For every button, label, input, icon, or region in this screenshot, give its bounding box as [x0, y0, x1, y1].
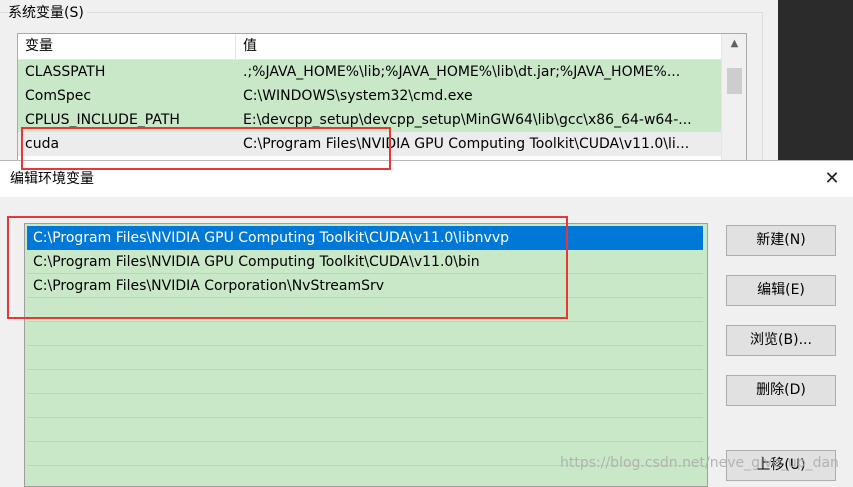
variable-value: C:\Program Files\NVIDIA GPU Computing To… — [243, 136, 690, 152]
group-label: 系统变量(S) — [8, 2, 87, 22]
table-header: 变量 值 — [18, 34, 721, 60]
table-row[interactable]: CLASSPATH .;%JAVA_HOME%\lib;%JAVA_HOME%\… — [18, 60, 721, 84]
empty-list-row[interactable] — [27, 370, 703, 394]
vertical-scrollbar[interactable]: ▲ — [721, 34, 746, 161]
edit-environment-variable-dialog: 编辑环境变量 ✕ C:\Program Files\NVIDIA GPU Com… — [0, 160, 853, 487]
scrollbar-thumb[interactable] — [727, 68, 742, 94]
system-variables-panel: 系统变量(S) 变量 值 CLASSPATH .;%JAVA_HOME%\lib… — [0, 0, 778, 162]
table-row[interactable]: ComSpec C:\WINDOWS\system32\cmd.exe — [18, 84, 721, 108]
list-item-selected[interactable]: C:\Program Files\NVIDIA GPU Computing To… — [27, 226, 703, 250]
watermark: https://blog.csdn.net/neve_give_up_dan — [560, 455, 839, 471]
system-variables-table[interactable]: 变量 值 CLASSPATH .;%JAVA_HOME%\lib;%JAVA_H… — [17, 33, 747, 162]
new-button[interactable]: 新建(N) — [726, 225, 836, 256]
variable-value: E:\devcpp_setup\devcpp_setup\MinGW64\lib… — [243, 112, 692, 128]
empty-list-row[interactable] — [27, 418, 703, 442]
variable-name: ComSpec — [25, 88, 92, 104]
background-window-edge — [778, 0, 853, 160]
column-header-value[interactable]: 值 — [236, 34, 721, 59]
browse-button[interactable]: 浏览(B)... — [726, 325, 836, 356]
group-border-right — [762, 12, 763, 160]
variable-name: cuda — [25, 136, 60, 152]
delete-button[interactable]: 删除(D) — [726, 375, 836, 406]
empty-list-row[interactable] — [27, 298, 703, 322]
variable-name: CLASSPATH — [25, 64, 106, 80]
list-item[interactable]: C:\Program Files\NVIDIA GPU Computing To… — [27, 250, 703, 274]
column-header-variable[interactable]: 变量 — [18, 34, 236, 59]
variable-name: CPLUS_INCLUDE_PATH — [25, 112, 180, 128]
empty-list-row[interactable] — [27, 394, 703, 418]
table-row-selected[interactable]: cuda C:\Program Files\NVIDIA GPU Computi… — [18, 132, 721, 156]
dialog-titlebar: 编辑环境变量 ✕ — [0, 161, 853, 197]
variable-value: C:\WINDOWS\system32\cmd.exe — [243, 88, 473, 104]
list-item[interactable]: C:\Program Files\NVIDIA Corporation\NvSt… — [27, 274, 703, 298]
dialog-title: 编辑环境变量 — [10, 171, 94, 187]
close-icon[interactable]: ✕ — [811, 161, 853, 197]
empty-list-row[interactable] — [27, 346, 703, 370]
group-border — [0, 12, 762, 13]
scroll-up-icon[interactable]: ▲ — [722, 34, 746, 54]
table-row[interactable]: CPLUS_INCLUDE_PATH E:\devcpp_setup\devcp… — [18, 108, 721, 132]
empty-list-row[interactable] — [27, 322, 703, 346]
path-list[interactable]: C:\Program Files\NVIDIA GPU Computing To… — [24, 223, 708, 487]
edit-button[interactable]: 编辑(E) — [726, 275, 836, 306]
variable-value: .;%JAVA_HOME%\lib;%JAVA_HOME%\lib\dt.jar… — [243, 64, 681, 80]
